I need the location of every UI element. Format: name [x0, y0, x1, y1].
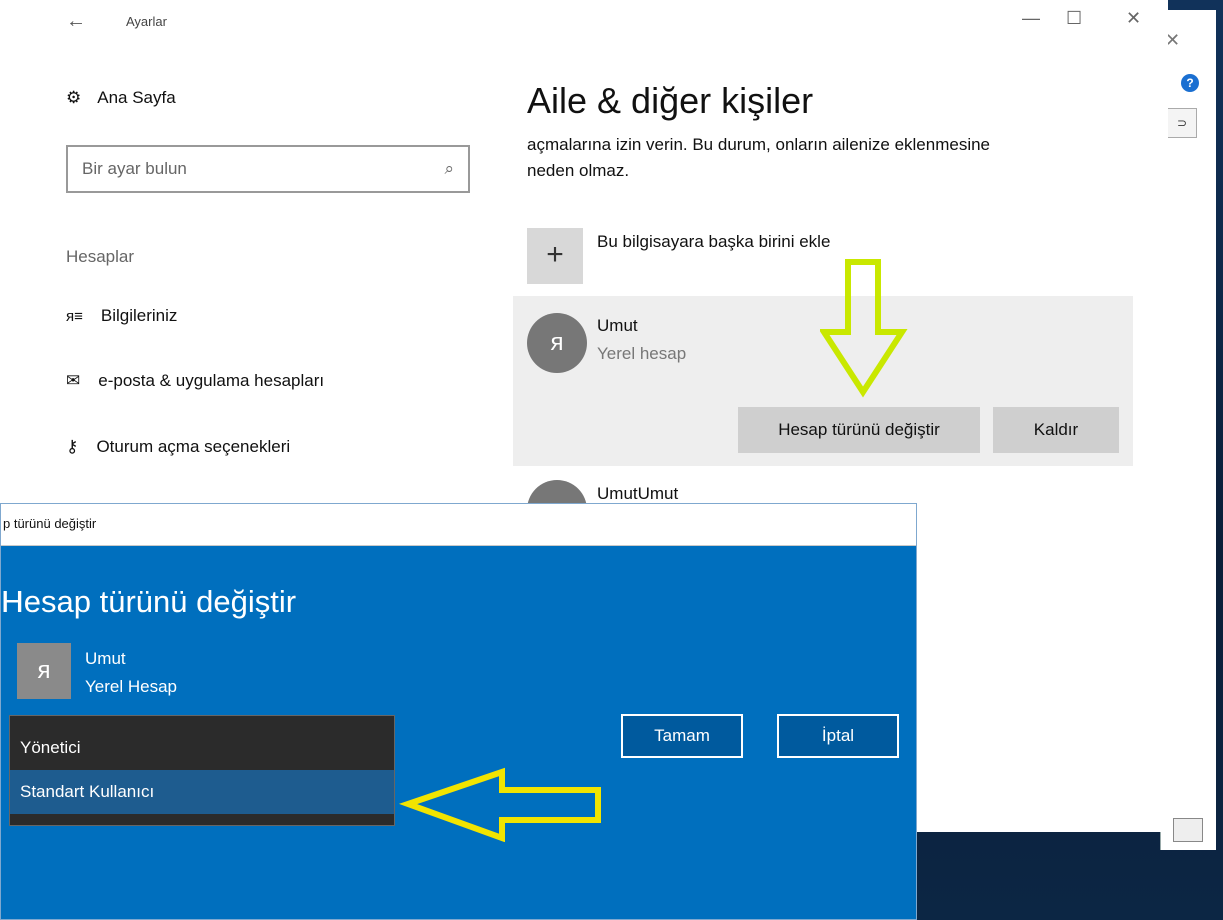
- mail-icon: ✉: [66, 371, 81, 390]
- window-button[interactable]: ⊃: [1167, 108, 1197, 138]
- back-arrow-icon[interactable]: ←: [66, 10, 86, 33]
- sidebar-item-label: Oturum açma seçenekleri: [96, 437, 291, 456]
- avatar: ᴙ: [527, 313, 587, 373]
- dialog-heading-text: Hesap türünü değiştir: [1, 584, 297, 619]
- ok-button[interactable]: Tamam: [621, 714, 743, 758]
- search-icon[interactable]: ⌕: [444, 159, 454, 179]
- down-arrow-annotation: [820, 259, 908, 398]
- section-heading: Hesaplar: [66, 247, 135, 266]
- person-card-icon: ᴙ≡: [66, 307, 83, 325]
- sidebar-item-label: e-posta & uygulama hesapları: [98, 371, 325, 390]
- app-title: Ayarlar: [126, 14, 167, 29]
- option-yonetici[interactable]: Yönetici: [10, 726, 394, 770]
- description-line: açmalarına izin verin. Bu durum, onların…: [527, 135, 991, 154]
- description: açmalarına izin verin. Bu durum, onların…: [527, 132, 1127, 184]
- home-label: Ana Sayfa: [97, 88, 176, 107]
- user-type: Yerel Hesap: [85, 677, 177, 696]
- arrow-shape: [398, 767, 601, 842]
- option-standart-kullanici[interactable]: Standart Kullanıcı: [10, 770, 394, 814]
- account-type-dropdown[interactable]: Yönetici Standart Kullanıcı: [9, 715, 395, 826]
- dialog-titlebar: p türünü değiştir: [1, 504, 916, 546]
- sidebar-item-bilgileriniz[interactable]: ᴙ≡ Bilgileriniz: [66, 306, 177, 326]
- home-link[interactable]: ⚙ Ana Sayfa: [66, 88, 176, 108]
- thumbnail-icon[interactable]: [1173, 818, 1203, 842]
- minimize-icon[interactable]: —: [1022, 8, 1040, 29]
- close-icon[interactable]: ✕: [1126, 8, 1141, 29]
- background-window: ✕ ? ⊃: [1160, 10, 1216, 850]
- arrow-shape: [820, 259, 908, 398]
- add-person-button[interactable]: +: [527, 228, 583, 284]
- user-name: Umut: [85, 649, 126, 668]
- change-account-type-button[interactable]: Hesap türünü değiştir: [738, 407, 980, 453]
- user-type: Yerel hesap: [597, 344, 687, 363]
- key-icon: ⚷: [66, 437, 79, 456]
- change-account-type-dialog: p türünü değiştir HHesap türünü değiştir…: [0, 503, 917, 920]
- description-line: neden olmaz.: [527, 161, 630, 180]
- cancel-button[interactable]: İptal: [777, 714, 899, 758]
- user-name: Umut: [597, 316, 638, 335]
- search-placeholder: Bir ayar bulun: [82, 159, 187, 178]
- gear-icon: ⚙: [66, 88, 82, 107]
- dialog-title: p türünü değiştir: [3, 516, 97, 531]
- sidebar-item-label: Bilgileriniz: [100, 306, 178, 325]
- sidebar-item-signin[interactable]: ⚷ Oturum açma seçenekleri: [66, 437, 290, 457]
- remove-button[interactable]: Kaldır: [993, 407, 1119, 453]
- page-title: Aile & diğer kişiler: [527, 80, 814, 121]
- left-arrow-annotation: [398, 767, 601, 842]
- user-name: UmutUmut: [597, 484, 679, 503]
- dialog-heading: HHesap türünü değiştir: [1, 584, 297, 619]
- help-icon[interactable]: ?: [1181, 74, 1199, 92]
- add-person-label[interactable]: Bu bilgisayara başka birini ekle: [597, 232, 830, 252]
- search-input[interactable]: Bir ayar bulun ⌕: [66, 145, 470, 193]
- maximize-icon[interactable]: ☐: [1066, 8, 1082, 29]
- avatar: ᴙ: [17, 643, 71, 699]
- sidebar-item-email[interactable]: ✉ e-posta & uygulama hesapları: [66, 371, 324, 391]
- titlebar: ← Ayarlar — ☐ ✕: [0, 0, 1168, 46]
